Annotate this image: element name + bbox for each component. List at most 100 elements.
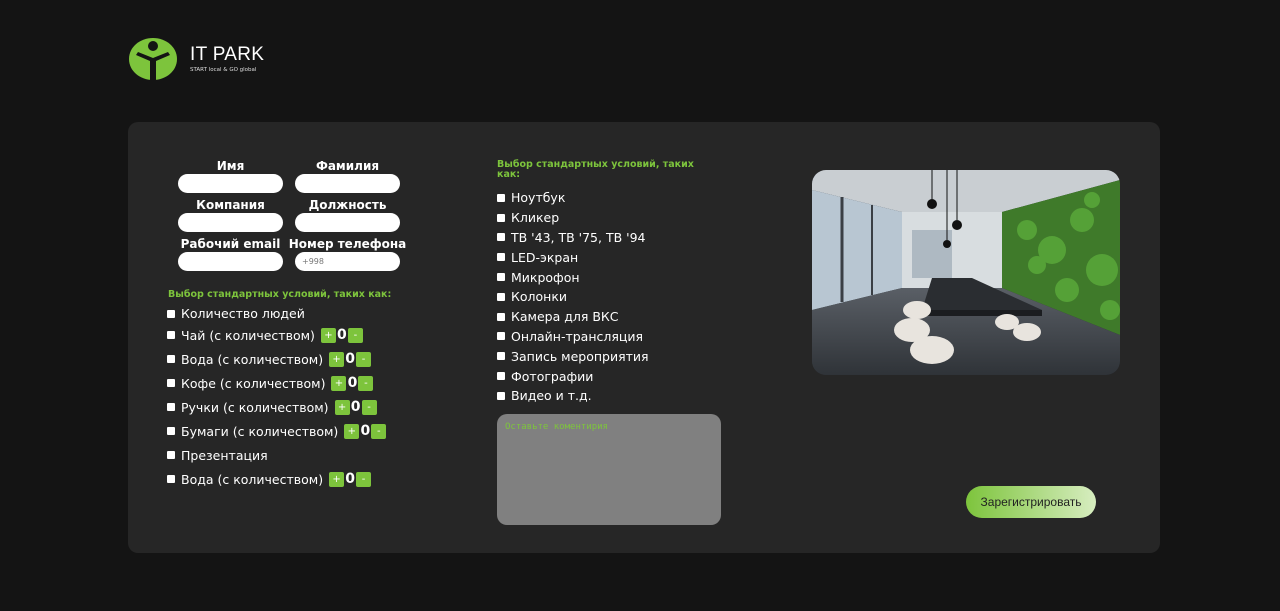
company-label: Компания: [196, 198, 265, 212]
first-name-field: Имя: [172, 158, 289, 197]
decrement-button[interactable]: -: [358, 375, 374, 391]
decrement-button[interactable]: -: [356, 471, 372, 487]
position-label: Должность: [308, 198, 387, 212]
quantity-value: 0: [345, 351, 355, 367]
quantity-stepper: + 0 -: [320, 327, 363, 343]
first-name-input[interactable]: [178, 174, 283, 193]
email-input[interactable]: [178, 252, 283, 271]
company-input[interactable]: [178, 213, 283, 232]
decrement-button[interactable]: -: [356, 351, 372, 367]
option-photos: Фотографии: [497, 366, 649, 386]
option-tea: Чай (с количеством) + 0 -: [167, 323, 386, 347]
decrement-button[interactable]: -: [361, 399, 377, 415]
registration-card: Имя Фамилия Компания Должность Рабочий e…: [128, 122, 1160, 553]
checkbox[interactable]: [167, 355, 175, 363]
logo-title: IT PARK: [190, 44, 265, 65]
option-water: Вода (с количеством) + 0 -: [167, 347, 386, 371]
logo-text: IT PARK START local & GO global: [190, 44, 265, 74]
increment-button[interactable]: +: [334, 399, 350, 415]
checkbox[interactable]: [497, 292, 505, 301]
option-label: Вода (с количеством): [181, 471, 324, 487]
option-coffee: Кофе (с количеством) + 0 -: [167, 371, 386, 395]
phone-label: Номер телефона: [288, 237, 407, 251]
checkbox[interactable]: [497, 213, 505, 222]
increment-button[interactable]: +: [320, 327, 336, 343]
last-name-field: Фамилия: [289, 158, 406, 197]
checkbox[interactable]: [497, 253, 505, 262]
checkbox[interactable]: [497, 273, 505, 282]
option-label: Камера для ВКС: [511, 309, 619, 325]
checkbox[interactable]: [497, 312, 505, 321]
quantity-value: 0: [350, 399, 361, 415]
quantity-stepper: + 0 -: [344, 423, 387, 439]
option-label: Фотографии: [511, 368, 594, 384]
email-label: Рабочий email: [180, 237, 281, 251]
quantity-stepper: + 0 -: [329, 351, 372, 367]
checkbox[interactable]: [167, 427, 175, 435]
option-clicker: Кликер: [497, 208, 649, 228]
phone-field: Номер телефона: [289, 236, 406, 275]
quantity-value: 0: [337, 327, 347, 343]
option-laptop: Ноутбук: [497, 188, 649, 208]
option-microphone: Микрофон: [497, 267, 649, 287]
left-options-list: Количество людей Чай (с количеством) + 0…: [167, 304, 387, 491]
checkbox[interactable]: [497, 332, 505, 341]
left-section-title: Выбор стандартных условий, таких как:: [168, 289, 392, 300]
option-label: Количество людей: [181, 306, 305, 321]
increment-button[interactable]: +: [329, 351, 345, 367]
checkbox[interactable]: [497, 391, 505, 400]
checkbox[interactable]: [167, 403, 175, 411]
quantity-stepper: + 0 -: [329, 471, 372, 487]
increment-button[interactable]: +: [331, 375, 347, 391]
decrement-button[interactable]: -: [347, 327, 363, 343]
option-tv: ТВ '43, ТВ '75, ТВ '94: [497, 228, 649, 248]
option-live-stream: Онлайн-трансляция: [497, 327, 649, 347]
option-label: Онлайн-трансляция: [511, 328, 644, 344]
option-label: Ноутбук: [511, 190, 566, 206]
option-vks-camera: Камера для ВКС: [497, 307, 649, 327]
right-section-title: Выбор стандартных условий, таких как:: [497, 159, 694, 180]
last-name-label: Фамилия: [315, 159, 380, 173]
checkbox[interactable]: [497, 193, 505, 202]
comment-textarea[interactable]: [497, 414, 721, 525]
option-label: Чай (с количеством): [181, 327, 315, 343]
checkbox[interactable]: [497, 372, 505, 381]
email-field: Рабочий email: [172, 236, 289, 275]
checkbox[interactable]: [167, 475, 175, 483]
option-led-screen: LED-экран: [497, 247, 649, 267]
checkbox[interactable]: [167, 451, 175, 459]
option-label: LED-экран: [511, 249, 579, 265]
logo[interactable]: IT PARK START local & GO global: [128, 37, 264, 81]
conference-room-image: [812, 170, 1120, 375]
checkbox[interactable]: [497, 352, 505, 361]
option-label: Бумаги (с количеством): [181, 423, 339, 439]
option-label: Ручки (с количеством): [181, 399, 329, 415]
it-park-logo-icon: [129, 38, 177, 80]
last-name-input[interactable]: [295, 174, 400, 193]
option-presentation: Презентация: [167, 443, 386, 467]
increment-button[interactable]: +: [344, 423, 360, 439]
option-paper: Бумаги (с количеством) + 0 -: [167, 419, 387, 443]
option-people-count: Количество людей: [167, 304, 386, 323]
register-button[interactable]: Зарегистрировать: [966, 486, 1096, 518]
option-label: Кликер: [511, 210, 560, 226]
company-field: Компания: [172, 197, 289, 236]
first-name-label: Имя: [216, 159, 245, 173]
contact-fields: Имя Фамилия Компания Должность Рабочий e…: [172, 158, 408, 275]
position-input[interactable]: [295, 213, 400, 232]
increment-button[interactable]: +: [329, 471, 345, 487]
quantity-value: 0: [347, 375, 358, 391]
decrement-button[interactable]: -: [371, 423, 387, 439]
option-label: ТВ '43, ТВ '75, ТВ '94: [511, 229, 646, 245]
option-speakers: Колонки: [497, 287, 649, 307]
option-water-2: Вода (с количеством) + 0 -: [167, 467, 386, 491]
phone-input[interactable]: [295, 252, 400, 271]
checkbox[interactable]: [167, 331, 175, 339]
quantity-value: 0: [345, 471, 355, 487]
option-label: Колонки: [511, 289, 568, 305]
checkbox[interactable]: [167, 379, 175, 387]
checkbox[interactable]: [167, 309, 175, 318]
checkbox[interactable]: [497, 233, 505, 242]
option-label: Презентация: [181, 447, 268, 463]
equipment-options-list: Ноутбук Кликер ТВ '43, ТВ '75, ТВ '94 LE…: [497, 188, 649, 406]
